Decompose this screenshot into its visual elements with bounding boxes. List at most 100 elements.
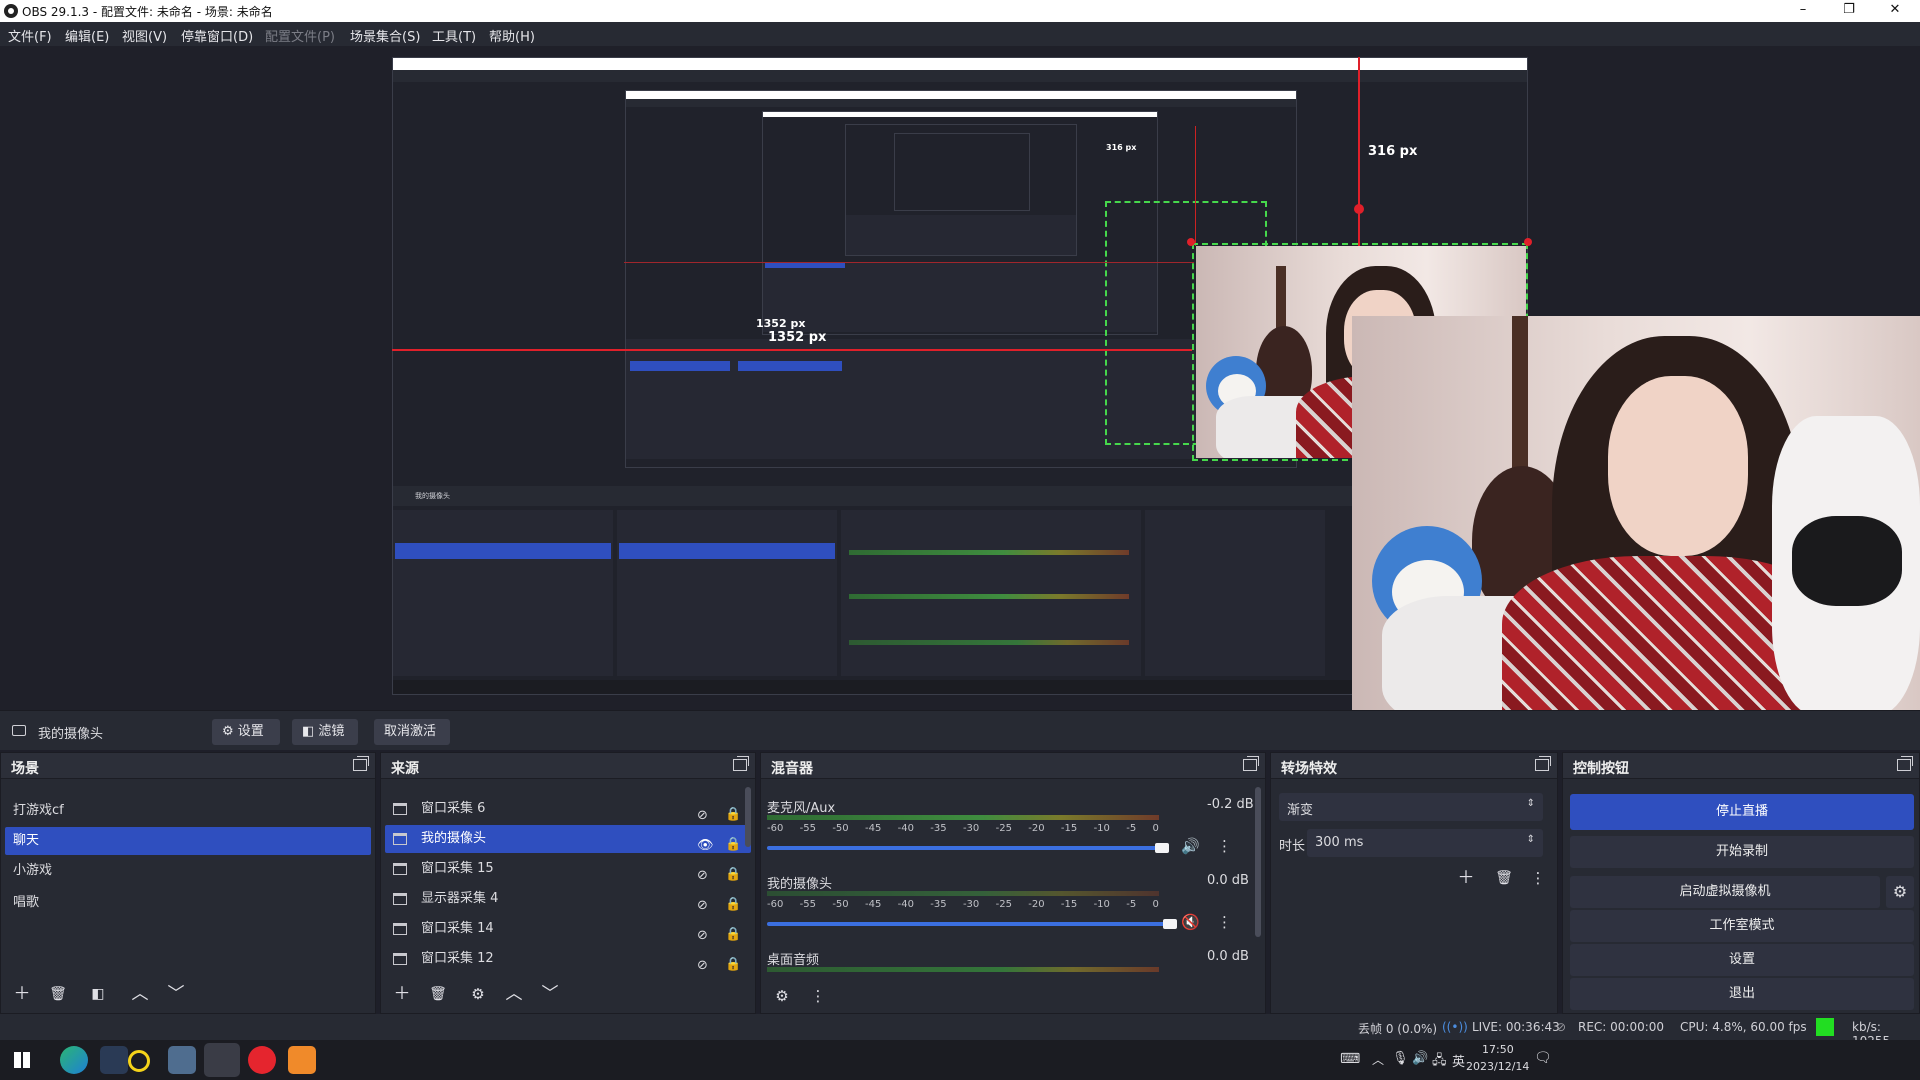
- volume-slider-knob[interactable]: [1163, 919, 1177, 929]
- eye-hidden-icon[interactable]: ⊘: [697, 892, 713, 913]
- deactivate-button[interactable]: 取消激活: [374, 719, 450, 745]
- scene-item[interactable]: 小游戏: [5, 857, 371, 885]
- eye-hidden-icon[interactable]: ⊘: [697, 802, 713, 823]
- volume-slider[interactable]: [767, 922, 1175, 926]
- taskbar: ⌨ ︿ 🎙 🔊 🖧 英 17:50 2023/12/14 🗨: [0, 1040, 1920, 1080]
- lock-icon[interactable]: 🔒: [725, 831, 741, 852]
- lock-icon[interactable]: 🔒: [725, 801, 741, 822]
- lock-icon[interactable]: 🔒: [725, 951, 741, 972]
- remove-scene-icon[interactable]: 🗑: [43, 981, 73, 1007]
- scene-item[interactable]: 唱歌: [5, 889, 371, 917]
- app-orange-icon[interactable]: [288, 1046, 316, 1074]
- obs-taskbar-icon[interactable]: [204, 1043, 240, 1077]
- source-filters-label: 滤镜: [318, 724, 345, 739]
- add-scene-icon[interactable]: ＋: [7, 981, 37, 1007]
- menu-view[interactable]: 视图(V): [122, 26, 167, 45]
- more-options-icon[interactable]: ⋮: [803, 983, 833, 1009]
- source-filters-button[interactable]: ◧ 滤镜: [292, 719, 358, 745]
- more-options-icon[interactable]: ⋮: [1523, 865, 1553, 891]
- resize-handle-top-right[interactable]: [1524, 238, 1532, 246]
- remove-source-icon[interactable]: 🗑: [423, 981, 453, 1007]
- start-recording-button[interactable]: 开始录制: [1570, 836, 1914, 868]
- exit-button[interactable]: 退出: [1570, 978, 1914, 1010]
- stop-streaming-button[interactable]: 停止直播: [1570, 794, 1914, 830]
- source-item[interactable]: 窗口采集 6 ⊘ 🔒: [385, 795, 751, 823]
- source-item[interactable]: 窗口采集 12 ⊘ 🔒: [385, 945, 751, 973]
- dropped-frames: 丢帧 0 (0.0%): [1358, 1022, 1438, 1036]
- resize-handle-top-left[interactable]: [1187, 238, 1195, 246]
- undock-icon[interactable]: [1243, 756, 1259, 771]
- minimize-button[interactable]: –: [1780, 0, 1826, 22]
- menu-profile[interactable]: 配置文件(P): [265, 26, 335, 45]
- app-icon[interactable]: [100, 1046, 128, 1074]
- maximize-button[interactable]: ❐: [1826, 0, 1872, 22]
- studio-mode-button[interactable]: 工作室模式: [1570, 910, 1914, 942]
- clock-date[interactable]: 2023/12/14: [1466, 1060, 1529, 1073]
- undock-icon[interactable]: [353, 756, 369, 771]
- advanced-audio-icon[interactable]: ⚙: [767, 983, 797, 1009]
- scene-filters-icon[interactable]: ◧: [83, 981, 113, 1007]
- eye-icon[interactable]: 👁: [697, 832, 714, 853]
- keyboard-icon[interactable]: ⌨: [1340, 1051, 1360, 1067]
- remove-transition-icon[interactable]: 🗑: [1489, 865, 1519, 891]
- menu-docks[interactable]: 停靠窗口(D): [181, 26, 253, 45]
- windows-start-icon[interactable]: [14, 1052, 30, 1068]
- transition-select[interactable]: 渐变 ⇕: [1279, 793, 1543, 821]
- menu-tools[interactable]: 工具(T): [432, 26, 476, 45]
- notification-icon[interactable]: 🗨: [1534, 1050, 1552, 1066]
- scrollbar[interactable]: [745, 787, 751, 847]
- eye-hidden-icon[interactable]: ⊘: [697, 862, 713, 883]
- move-up-icon[interactable]: ︿: [125, 981, 155, 1007]
- chevron-up-icon[interactable]: ︿: [1372, 1051, 1384, 1068]
- source-settings-button[interactable]: ⚙ 设置: [212, 719, 280, 745]
- start-virtual-camera-button[interactable]: 启动虚拟摄像机: [1570, 876, 1880, 908]
- clock-time[interactable]: 17:50: [1482, 1043, 1514, 1056]
- mixer-channel-db: 0.0 dB: [1207, 949, 1249, 964]
- move-down-icon[interactable]: ﹀: [161, 981, 191, 1007]
- virtual-camera-settings-icon[interactable]: ⚙: [1886, 876, 1914, 908]
- more-options-icon[interactable]: ⋮: [1217, 913, 1232, 931]
- app-icon[interactable]: [168, 1046, 196, 1074]
- eye-hidden-icon[interactable]: ⊘: [697, 922, 713, 943]
- undock-icon[interactable]: [1897, 756, 1913, 771]
- source-item[interactable]: 窗口采集 14 ⊘ 🔒: [385, 915, 751, 943]
- volume-slider-knob[interactable]: [1155, 843, 1169, 853]
- obs-logo-icon: [4, 4, 18, 18]
- menu-help[interactable]: 帮助(H): [489, 26, 535, 45]
- speaker-muted-icon[interactable]: 🔇: [1181, 913, 1200, 931]
- lock-icon[interactable]: 🔒: [725, 921, 741, 942]
- volume-slider[interactable]: [767, 846, 1167, 850]
- source-item[interactable]: 显示器采集 4 ⊘ 🔒: [385, 885, 751, 913]
- lock-icon[interactable]: 🔒: [725, 861, 741, 882]
- settings-button[interactable]: 设置: [1570, 944, 1914, 976]
- move-up-icon[interactable]: ︿: [499, 981, 529, 1007]
- lock-icon[interactable]: 🔒: [725, 891, 741, 912]
- undock-icon[interactable]: [1535, 756, 1551, 771]
- ime-indicator[interactable]: 英: [1452, 1051, 1465, 1070]
- close-button[interactable]: ✕: [1872, 0, 1918, 22]
- source-properties-icon[interactable]: ⚙: [463, 981, 493, 1007]
- menu-scene-collection[interactable]: 场景集合(S): [350, 26, 420, 45]
- scene-item-selected[interactable]: 聊天: [5, 827, 371, 855]
- app-yellow-circle-icon[interactable]: [128, 1050, 150, 1072]
- add-transition-icon[interactable]: ＋: [1451, 865, 1481, 891]
- add-source-icon[interactable]: ＋: [387, 981, 417, 1007]
- menu-edit[interactable]: 编辑(E): [65, 26, 109, 45]
- duration-input[interactable]: 300 ms ⇕: [1307, 829, 1543, 857]
- source-item-selected[interactable]: 我的摄像头 👁 🔒: [385, 825, 751, 853]
- source-item[interactable]: 窗口采集 15 ⊘ 🔒: [385, 855, 751, 883]
- microphone-icon[interactable]: 🎙: [1392, 1051, 1409, 1066]
- move-down-icon[interactable]: ﹀: [535, 981, 565, 1007]
- eye-hidden-icon[interactable]: ⊘: [697, 952, 713, 973]
- undock-icon[interactable]: [733, 756, 749, 771]
- preview-canvas[interactable]: 1352 px 316 px 我的摄像头 316 px 1352 px: [0, 46, 1920, 716]
- network-icon[interactable]: 🖧: [1432, 1051, 1447, 1073]
- more-options-icon[interactable]: ⋮: [1217, 837, 1232, 855]
- netease-music-icon[interactable]: [248, 1046, 276, 1074]
- speaker-icon[interactable]: 🔊: [1181, 837, 1200, 855]
- volume-icon[interactable]: 🔊: [1412, 1051, 1428, 1066]
- scrollbar[interactable]: [1255, 787, 1261, 937]
- menu-file[interactable]: 文件(F): [8, 26, 52, 45]
- edge-browser-icon[interactable]: [60, 1046, 88, 1074]
- scene-item[interactable]: 打游戏cf: [5, 797, 371, 825]
